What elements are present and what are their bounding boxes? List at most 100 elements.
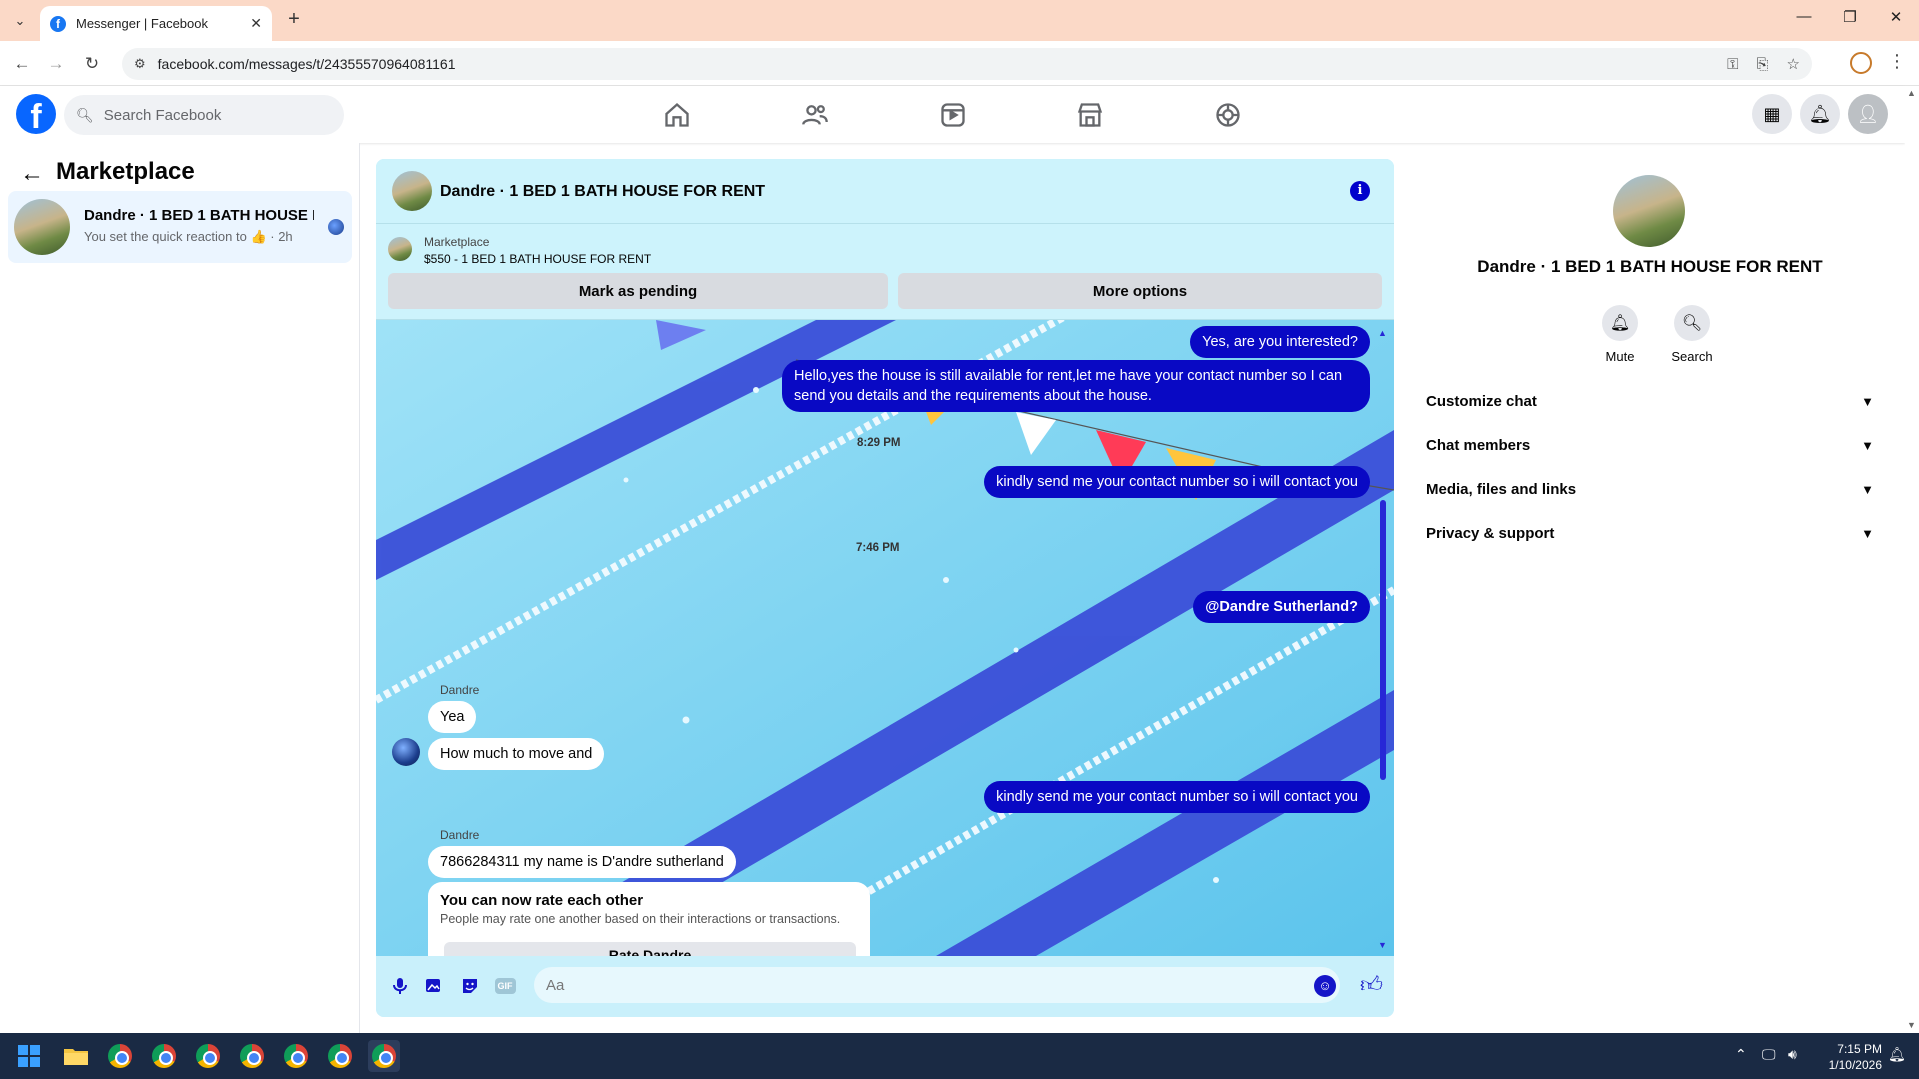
search-placeholder: Search Facebook: [103, 106, 222, 124]
conversation-name: Dandre · 1 BED 1 BATH HOUSE FOR RENT: [1477, 257, 1823, 276]
browser-tab-messenger[interactable]: f Messenger | Facebook ✕: [40, 6, 272, 41]
scrollbar-thumb[interactable]: [1380, 500, 1386, 780]
chrome-profile-3-icon[interactable]: [192, 1040, 224, 1072]
new-tab-button[interactable]: +: [281, 8, 307, 31]
message-incoming[interactable]: Yea: [428, 701, 477, 733]
message-outgoing[interactable]: kindly send me your contact number so i …: [984, 781, 1370, 813]
url-text: facebook.com/messages/t/2435557096408116…: [157, 56, 456, 72]
message-incoming[interactable]: 7866284311 my name is D'andre sutherland: [428, 846, 736, 878]
more-options-button[interactable]: More options: [898, 273, 1382, 309]
scroll-down-icon[interactable]: ▼: [1378, 940, 1387, 950]
chat-title[interactable]: Dandre · 1 BED 1 BATH HOUSE FOR RENT: [440, 183, 765, 201]
listing-price-title[interactable]: $550 - 1 BED 1 BATH HOUSE FOR RENT: [424, 252, 651, 266]
mute-button[interactable]: 🔔︎ Mute: [1590, 305, 1650, 364]
search-conversation-button[interactable]: 🔍︎ Search: [1662, 305, 1722, 364]
section-label: Media, files and links: [1426, 480, 1577, 498]
message-timestamp: 7:46 PM: [856, 542, 900, 554]
forward-icon[interactable]: →: [44, 52, 68, 76]
scroll-up-icon[interactable]: ▲: [1907, 88, 1916, 98]
video-icon[interactable]: [935, 97, 971, 133]
gif-icon[interactable]: GIF: [493, 974, 517, 998]
message-input-placeholder: Aa: [546, 976, 565, 994]
conversation-item[interactable]: Dandre · 1 BED 1 BATH HOUSE F... You set…: [8, 191, 352, 263]
message-input[interactable]: Aa: [534, 967, 1340, 1003]
windows-start-icon[interactable]: [18, 1045, 40, 1067]
account-avatar-icon[interactable]: 👤︎: [1848, 94, 1888, 134]
scroll-up-icon[interactable]: ▲: [1378, 328, 1387, 338]
reload-icon[interactable]: ↻: [80, 52, 104, 76]
tray-overflow-icon[interactable]: ⌃: [1735, 1046, 1747, 1063]
address-bar[interactable]: ⚙ facebook.com/messages/t/24355570964081…: [122, 48, 1812, 80]
notifications-bell-icon[interactable]: 🔔︎: [1800, 94, 1840, 134]
notification-center-icon[interactable]: 🔔︎: [1888, 1046, 1906, 1063]
photo-icon[interactable]: [422, 974, 446, 998]
home-icon[interactable]: [659, 97, 695, 133]
bell-icon: 🔔︎: [1602, 305, 1638, 341]
message-outgoing[interactable]: Yes, are you interested?: [1190, 326, 1370, 358]
search-label: Search: [1671, 349, 1713, 364]
gaming-icon[interactable]: [1210, 97, 1246, 133]
tab-close-icon[interactable]: ✕: [250, 15, 262, 32]
chevron-down-icon: ▼: [1861, 437, 1874, 453]
chevron-down-icon: ▼: [1861, 393, 1874, 409]
tab-title: Messenger | Facebook: [76, 16, 208, 31]
privacy-support-section[interactable]: Privacy & support ▼: [1426, 511, 1874, 555]
minimize-button[interactable]: —: [1790, 8, 1818, 25]
message-scrollbar[interactable]: ▲ ▼: [1378, 328, 1388, 950]
message-list[interactable]: Yes, are you interested? Hello,yes the h…: [376, 320, 1394, 956]
avatar[interactable]: [1613, 175, 1685, 247]
volume-icon[interactable]: 🔊︎: [1788, 1046, 1797, 1063]
thumbs-up-icon[interactable]: 👍︎: [1360, 971, 1383, 998]
menu-grid-icon[interactable]: ▦: [1752, 94, 1792, 134]
listing-thumbnail[interactable]: [388, 237, 412, 261]
sticker-icon[interactable]: [458, 974, 482, 998]
browser-toolbar: ← → ↻ ⚙ facebook.com/messages/t/24355570…: [0, 41, 1919, 86]
mark-as-pending-button[interactable]: Mark as pending: [388, 273, 888, 309]
file-explorer-icon[interactable]: [60, 1040, 92, 1072]
info-icon[interactable]: i: [1350, 181, 1370, 201]
chrome-profile-4-icon[interactable]: [236, 1040, 268, 1072]
back-icon[interactable]: ←: [10, 52, 34, 76]
tray-clock[interactable]: 7:15 PM 1/10/2026: [1810, 1041, 1882, 1073]
tab-search-icon[interactable]: ⌄: [8, 9, 32, 33]
tray-time: 7:15 PM: [1837, 1042, 1882, 1056]
avatar[interactable]: [392, 171, 432, 211]
message-outgoing[interactable]: kindly send me your contact number so i …: [984, 466, 1370, 498]
message-incoming[interactable]: How much to move and: [428, 738, 605, 770]
chrome-profile-5-icon[interactable]: [280, 1040, 312, 1072]
microphone-icon[interactable]: [388, 974, 412, 998]
mute-label: Mute: [1605, 349, 1635, 364]
close-window-button[interactable]: ✕: [1882, 8, 1910, 26]
chrome-profile-6-icon[interactable]: [324, 1040, 356, 1072]
sender-avatar[interactable]: [392, 738, 420, 766]
message-outgoing-mention[interactable]: @Dandre Sutherland?: [1193, 591, 1370, 623]
marketplace-icon[interactable]: [1072, 97, 1108, 133]
facebook-favicon-icon: f: [50, 15, 66, 32]
rate-card-title: You can now rate each other: [440, 892, 644, 909]
customize-chat-section[interactable]: Customize chat ▼: [1426, 379, 1874, 423]
conversation-sidebar: ← Marketplace Dandre · 1 BED 1 BATH HOUS…: [0, 143, 360, 1033]
chrome-profile-1-icon[interactable]: [104, 1040, 136, 1072]
facebook-logo-icon[interactable]: f: [16, 94, 56, 134]
message-outgoing[interactable]: Hello,yes the house is still available f…: [782, 360, 1370, 412]
chrome-profile-2-icon[interactable]: [148, 1040, 180, 1072]
scroll-down-icon[interactable]: ▼: [1907, 1020, 1916, 1030]
maximize-button[interactable]: ❐: [1836, 8, 1864, 26]
chrome-profile-icon[interactable]: [1850, 52, 1872, 74]
install-app-icon[interactable]: ⎘: [1757, 56, 1769, 73]
chat-members-section[interactable]: Chat members ▼: [1426, 423, 1874, 467]
emoji-icon[interactable]: ☺: [1314, 975, 1336, 997]
media-files-links-section[interactable]: Media, files and links ▼: [1426, 467, 1874, 511]
site-info-icon[interactable]: ⚙: [134, 56, 146, 72]
password-key-icon[interactable]: ⚿: [1727, 56, 1738, 73]
bookmark-star-icon[interactable]: ☆: [1787, 55, 1800, 73]
message-composer: GIF Aa ☺ 👍︎: [376, 956, 1394, 1017]
page-scrollbar[interactable]: ▲ ▼: [1905, 86, 1919, 1032]
rate-user-button[interactable]: Rate Dandre: [444, 942, 856, 956]
network-icon[interactable]: 🖵︎: [1762, 1046, 1776, 1063]
facebook-search-input[interactable]: 🔍︎ Search Facebook: [64, 95, 344, 135]
back-arrow-icon[interactable]: ←: [20, 160, 44, 188]
chrome-active-icon[interactable]: [368, 1040, 400, 1072]
friends-icon[interactable]: [797, 97, 833, 133]
chrome-menu-icon[interactable]: ⋮: [1888, 51, 1906, 72]
